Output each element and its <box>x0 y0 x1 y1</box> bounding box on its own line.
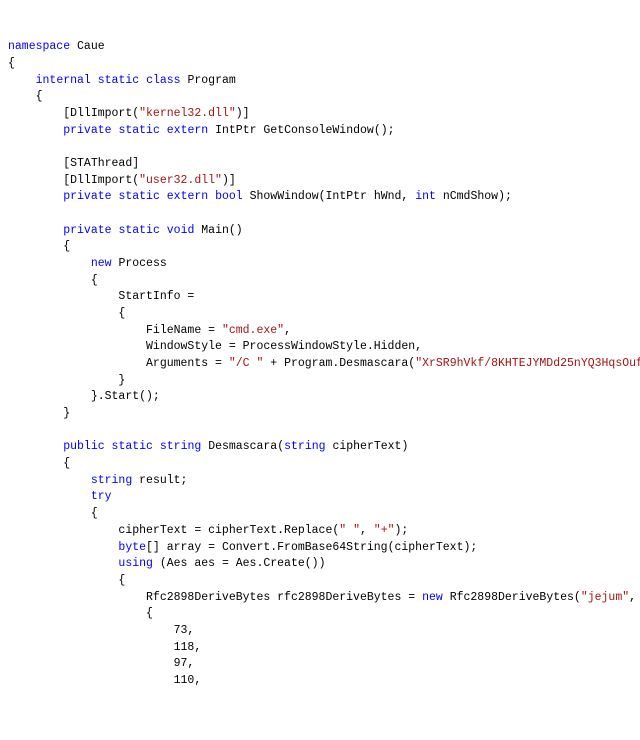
namespace-name: Caue <box>77 40 105 53</box>
code-viewer: namespace Caue { internal static class P… <box>8 39 632 689</box>
